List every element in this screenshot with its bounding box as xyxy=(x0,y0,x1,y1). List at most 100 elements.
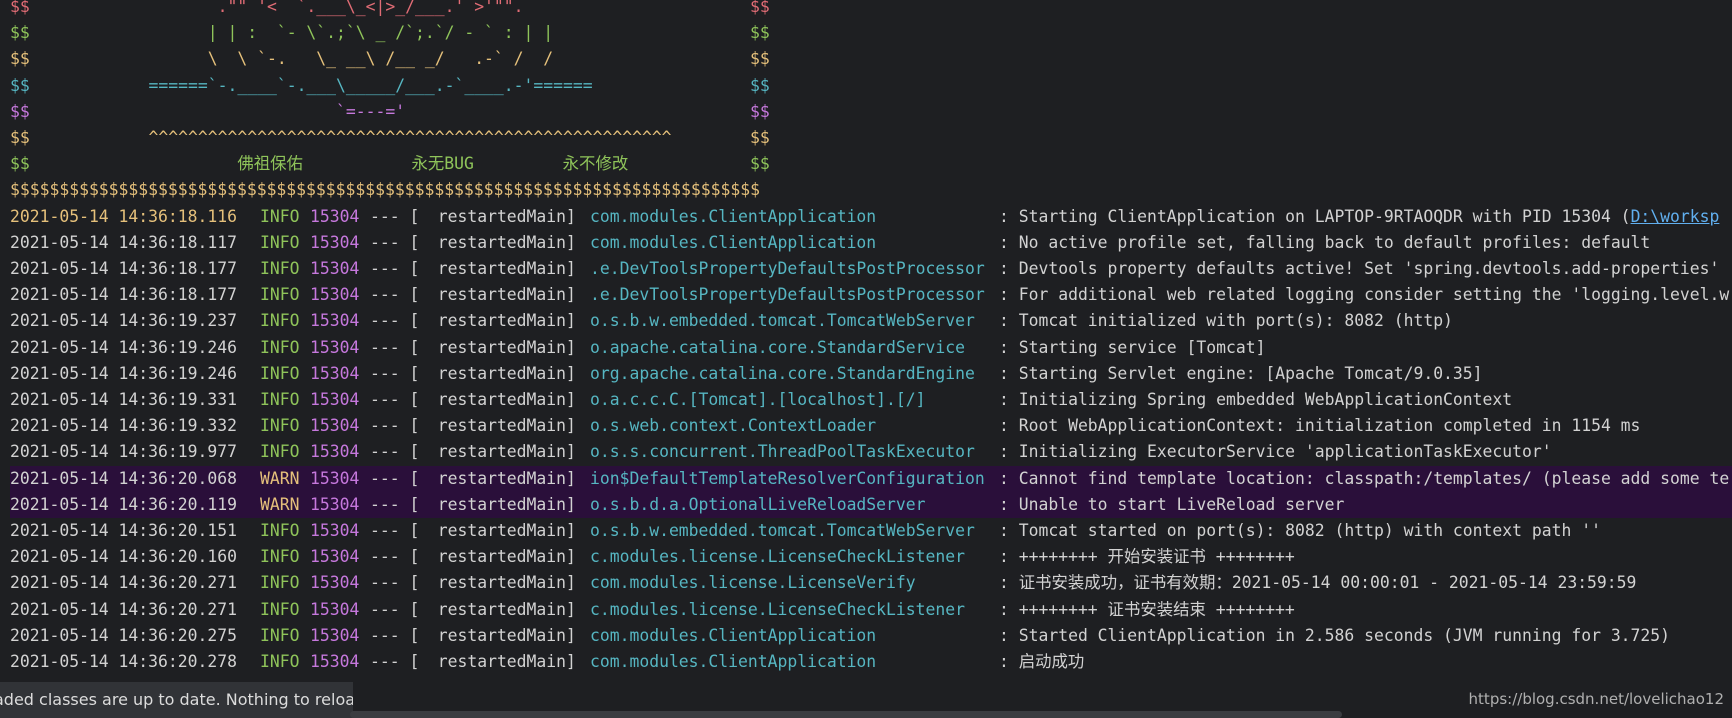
banner-right-border: $$ xyxy=(750,0,770,16)
log-timestamp: 2021-05-14 14:36:19.977 xyxy=(10,442,237,462)
log-separator: --- [ xyxy=(370,416,420,436)
log-pid: 15304 xyxy=(310,494,360,514)
log-timestamp: 2021-05-14 14:36:20.160 xyxy=(10,547,237,567)
log-pid: 15304 xyxy=(310,311,360,331)
banner-left-border: $$ xyxy=(10,0,30,16)
log-logger: o.s.web.context.ContextLoader xyxy=(590,416,877,436)
log-logger: o.s.b.w.embedded.tomcat.TomcatWebServer xyxy=(590,311,975,331)
log-line[interactable]: 2021-05-14 14:36:19.332 INFO 15304 --- [ re… xyxy=(0,413,1732,439)
log-level: INFO xyxy=(260,232,300,252)
log-pid: 15304 xyxy=(310,625,360,645)
log-logger: o.a.c.c.C.[Tomcat].[localhost].[/] xyxy=(590,390,926,409)
banner-line: $$ ."" '< `.___\_<|>_/___.' >'"". $$ xyxy=(0,0,1732,20)
log-line[interactable]: 2021-05-14 14:36:18.116 INFO 15304 --- [ re… xyxy=(0,204,1732,230)
log-timestamp: 2021-05-14 14:36:20.271 xyxy=(10,599,237,619)
log-line[interactable]: 2021-05-14 14:36:20.275 INFO 15304 --- [ re… xyxy=(0,623,1732,649)
log-line[interactable]: 2021-05-14 14:36:19.246 INFO 15304 --- [ re… xyxy=(0,335,1732,361)
log-thread: restartedMain] xyxy=(418,468,576,488)
log-line[interactable]: 2021-05-14 14:36:20.151 INFO 15304 --- [ re… xyxy=(0,518,1732,544)
log-separator: --- [ xyxy=(370,468,420,488)
log-timestamp: 2021-05-14 14:36:18.116 xyxy=(10,206,237,226)
log-timestamp: 2021-05-14 14:36:18.177 xyxy=(10,259,237,278)
log-separator: --- [ xyxy=(370,232,420,252)
log-timestamp: 2021-05-14 14:36:19.331 xyxy=(10,390,237,409)
horizontal-scrollbar[interactable] xyxy=(350,711,1342,718)
log-line[interactable]: 2021-05-14 14:36:19.977 INFO 15304 --- [ re… xyxy=(0,439,1732,465)
log-level: INFO xyxy=(260,363,300,383)
log-level: INFO xyxy=(260,311,300,331)
log-message: : Unable to start LiveReload server xyxy=(999,494,1345,514)
log-pid: 15304 xyxy=(310,416,360,436)
log-line[interactable]: 2021-05-14 14:36:19.237 INFO 15304 --- [ re… xyxy=(0,308,1732,334)
log-timestamp: 2021-05-14 14:36:20.271 xyxy=(10,573,237,593)
banner-right-border: $$ xyxy=(750,75,770,95)
status-bar: aded classes are up to date. Nothing to … xyxy=(0,682,1732,718)
log-thread: restartedMain] xyxy=(418,206,576,226)
log-thread: restartedMain] xyxy=(418,390,576,409)
log-thread: restartedMain] xyxy=(418,311,576,331)
log-separator: --- [ xyxy=(370,337,420,357)
banner-left-border: $$ xyxy=(10,154,30,174)
log-level: INFO xyxy=(260,573,300,593)
log-message: : Tomcat started on port(s): 8082 (http)… xyxy=(999,521,1601,540)
log-separator: --- [ xyxy=(370,573,420,593)
log-logger: ion$DefaultTemplateResolverConfiguration xyxy=(590,468,985,488)
log-message: : Devtools property defaults active! Set… xyxy=(999,259,1720,278)
log-logger: o.s.b.d.a.OptionalLiveReloadServer xyxy=(590,494,926,514)
log-line[interactable]: 2021-05-14 14:36:20.160 INFO 15304 --- [ re… xyxy=(0,544,1732,570)
banner-line: $$ \ \ `-. \_ __\ /__ _/ .-` / / $$ xyxy=(0,46,1732,72)
log-line[interactable]: 2021-05-14 14:36:18.117 INFO 15304 --- [ re… xyxy=(0,230,1732,256)
banner-right-border: $$ xyxy=(750,154,770,174)
log-level: INFO xyxy=(260,285,300,305)
log-pid: 15304 xyxy=(310,547,360,567)
log-message: : Root WebApplicationContext: initializa… xyxy=(999,416,1641,436)
banner-line: $$ `=---=' $$ xyxy=(0,99,1732,125)
log-logger: com.modules.ClientApplication xyxy=(590,625,877,645)
log-level: INFO xyxy=(260,206,300,226)
log-logger: .e.DevToolsPropertyDefaultsPostProcessor xyxy=(590,285,985,305)
log-line[interactable]: 2021-05-14 14:36:18.177 INFO 15304 --- [ re… xyxy=(0,282,1732,308)
banner-art: ======`-.____`-.___\_____/___.-`____.-'=… xyxy=(40,75,731,95)
log-separator: --- [ xyxy=(370,259,420,278)
log-message: : ++++++++ 证书安装结束 ++++++++ xyxy=(999,599,1295,619)
log-message: : Tomcat initialized with port(s): 8082 … xyxy=(999,311,1453,331)
log-thread: restartedMain] xyxy=(418,285,576,305)
log-timestamp: 2021-05-14 14:36:20.275 xyxy=(10,625,237,645)
log-thread: restartedMain] xyxy=(418,521,576,540)
log-logger: c.modules.license.LicenseCheckListener xyxy=(590,547,965,567)
log-thread: restartedMain] xyxy=(418,652,576,671)
log-line[interactable]: 2021-05-14 14:36:20.068 WARN 15304 --- [ re… xyxy=(10,465,1732,492)
banner-right-border: $$ xyxy=(750,128,770,147)
log-pid: 15304 xyxy=(310,521,360,540)
log-level: INFO xyxy=(260,599,300,619)
log-line[interactable]: 2021-05-14 14:36:20.278 INFO 15304 --- [ re… xyxy=(0,649,1732,675)
log-thread: restartedMain] xyxy=(418,442,576,462)
banner-art: ."" '< `.___\_<|>_/___.' >'"". xyxy=(40,0,712,16)
log-thread: restartedMain] xyxy=(418,259,576,278)
log-pid: 15304 xyxy=(310,468,360,488)
log-line[interactable]: 2021-05-14 14:36:18.177 INFO 15304 --- [ re… xyxy=(0,256,1732,282)
log-line[interactable]: 2021-05-14 14:36:20.271 INFO 15304 --- [ re… xyxy=(0,570,1732,596)
log-level: INFO xyxy=(260,337,300,357)
banner-line: $$ ======`-.____`-.___\_____/___.-`____.… xyxy=(0,73,1732,99)
log-line[interactable]: 2021-05-14 14:36:20.119 WARN 15304 --- [ re… xyxy=(10,491,1732,518)
log-timestamp: 2021-05-14 14:36:19.332 xyxy=(10,416,237,436)
log-separator: --- [ xyxy=(370,494,420,514)
banner-left-border: $$ xyxy=(10,128,30,147)
log-level: INFO xyxy=(260,390,300,409)
log-message: : Initializing ExecutorService 'applicat… xyxy=(999,442,1552,462)
log-line[interactable]: 2021-05-14 14:36:19.246 INFO 15304 --- [ re… xyxy=(0,361,1732,387)
log-separator: --- [ xyxy=(370,625,420,645)
log-thread: restartedMain] xyxy=(418,573,576,593)
log-message-with-link: : Starting ClientApplication on LAPTOP-9… xyxy=(999,204,1719,230)
log-level: INFO xyxy=(260,652,300,671)
console-output[interactable]: $$ ."" '< `.___\_<|>_/___.' >'"". $$ $$ |… xyxy=(0,0,1732,690)
log-line[interactable]: 2021-05-14 14:36:19.331 INFO 15304 --- [ re… xyxy=(0,387,1732,413)
file-path-link[interactable]: D:\worksp xyxy=(1631,207,1720,226)
log-timestamp: 2021-05-14 14:36:19.246 xyxy=(10,337,237,357)
log-message: : Started ClientApplication in 2.586 sec… xyxy=(999,625,1671,645)
log-line[interactable]: 2021-05-14 14:36:20.271 INFO 15304 --- [ re… xyxy=(0,597,1732,623)
log-timestamp: 2021-05-14 14:36:20.068 xyxy=(10,468,237,488)
banner-right-border: $$ xyxy=(750,49,770,69)
log-timestamp: 2021-05-14 14:36:19.246 xyxy=(10,363,237,383)
